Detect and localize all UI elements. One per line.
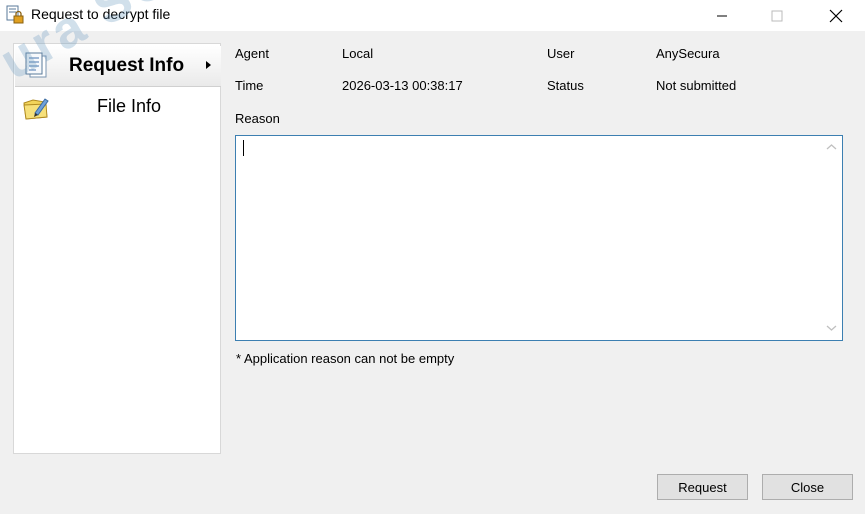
user-label: User [547, 46, 575, 61]
chevron-up-icon[interactable] [826, 142, 837, 153]
document-list-icon [25, 52, 47, 78]
sidebar-nav: Request Info File Info [13, 43, 221, 454]
close-window-button[interactable] [813, 0, 859, 31]
sidebar-item-file-info[interactable]: File Info [15, 88, 221, 128]
sidebar-item-label: Request Info [69, 55, 185, 76]
title-bar: Request to decrypt file [0, 0, 865, 31]
close-icon [829, 9, 843, 22]
maximize-icon [771, 10, 783, 21]
minimize-button[interactable] [699, 0, 745, 31]
maximize-button[interactable] [754, 0, 800, 31]
time-label: Time [235, 78, 264, 93]
sidebar-item-label: File Info [97, 96, 162, 116]
validation-hint: * Application reason can not be empty [236, 351, 455, 366]
sidebar-item-request-info[interactable]: Request Info [15, 46, 221, 87]
agent-label: Agent [235, 46, 269, 61]
reason-scrollbar[interactable] [821, 136, 842, 340]
agent-value: Local [342, 46, 374, 61]
reason-textarea[interactable] [235, 135, 843, 341]
lock-document-icon [6, 5, 24, 24]
time-value: 2026-03-13 00:38:17 [342, 78, 463, 93]
minimize-icon [717, 15, 727, 16]
reason-label: Reason [235, 111, 280, 126]
chevron-down-icon[interactable] [826, 322, 837, 333]
window-title: Request to decrypt file [31, 6, 171, 22]
folder-pencil-icon [23, 98, 49, 120]
status-value: Not submitted [656, 78, 737, 93]
user-value: AnySecura [656, 46, 720, 61]
request-button[interactable]: Request [657, 474, 748, 500]
caret-right-icon [206, 61, 211, 69]
close-button[interactable]: Close [762, 474, 853, 500]
status-label: Status [547, 78, 584, 93]
text-caret [243, 140, 244, 156]
